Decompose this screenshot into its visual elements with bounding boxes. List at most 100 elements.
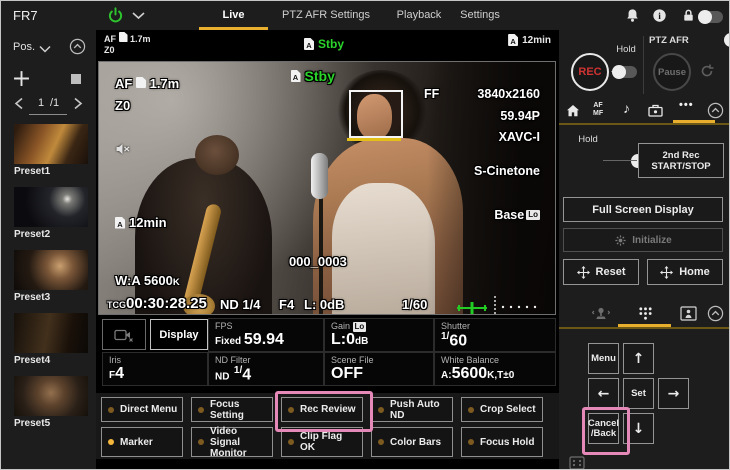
second-rec-link — [603, 160, 637, 161]
iris-cell[interactable]: Iris F4 — [102, 352, 208, 386]
preset-thumbnail-3[interactable] — [14, 250, 88, 290]
assign-indicator — [288, 407, 294, 413]
lock-icon — [681, 8, 696, 23]
section-collapse-icon[interactable] — [707, 102, 724, 119]
assign-focus-setting[interactable]: Focus Setting — [191, 397, 273, 422]
assign-indicator — [198, 439, 204, 445]
white-balance-cell[interactable]: White Balance A:5600K,T±0 — [434, 352, 556, 386]
svg-text:i: i — [658, 12, 661, 22]
assign-rec-review[interactable]: Rec Review — [281, 397, 363, 422]
left-button[interactable]: ← — [588, 378, 619, 409]
sidebar-collapse-icon[interactable] — [69, 38, 86, 55]
up-button[interactable]: ↑ — [623, 343, 654, 374]
monitor-column: AF 1.7m Z0 A Stby A 12min — [96, 30, 559, 469]
page-next-icon[interactable] — [73, 97, 83, 110]
ovl-clip-name: 000_0003 — [289, 254, 347, 269]
ovl-sensor-mode: FF — [424, 87, 439, 101]
window-title: FR7 — [13, 1, 38, 30]
gain-cell[interactable]: Gain Lo L:0dB — [324, 318, 434, 352]
subject-tracking-tab-icon[interactable] — [680, 306, 697, 321]
power-icon[interactable] — [107, 7, 124, 24]
audio-tab-icon[interactable]: ♪ — [623, 100, 630, 116]
assign-indicator — [468, 407, 474, 413]
preset-thumbnail-4[interactable] — [14, 313, 88, 353]
ovl-resolution: 3840x2160 — [477, 87, 540, 101]
panel-tabs-row-1: AFMF ♪ ••• — [559, 99, 729, 125]
full-screen-display-button[interactable]: Full Screen Display — [563, 197, 723, 222]
ovl-zoom-position: Z0 — [115, 98, 130, 113]
stop-icon[interactable] — [71, 74, 81, 84]
right-button[interactable]: → — [658, 378, 689, 409]
rec-button[interactable]: REC — [571, 53, 609, 91]
assign-direct-menu[interactable]: Direct Menu — [101, 397, 183, 422]
preset-label-4: Preset4 — [14, 355, 50, 366]
lock-toggle[interactable] — [699, 11, 723, 23]
shutter-cell[interactable]: Shutter 1/60 — [434, 318, 556, 352]
audio-mute-icon — [115, 142, 131, 156]
ptz-trace-reset-icon[interactable] — [699, 63, 715, 79]
assign-clip-flag-ok[interactable]: Clip Flag OK — [281, 427, 363, 457]
assign-crop-select[interactable]: Crop Select — [461, 397, 543, 422]
assign-focus-hold[interactable]: Focus Hold — [461, 427, 543, 457]
cancel-back-button[interactable]: Cancel /Back — [588, 413, 619, 444]
fr7-web-app: FR7 Live PTZ AFR Settings Playback Setti… — [0, 0, 730, 470]
af-mf-tab-icon[interactable]: AFMF — [593, 102, 603, 118]
assign-indicator — [288, 439, 294, 445]
tab-playback[interactable]: Playback — [387, 1, 451, 30]
second-rec-button[interactable]: 2nd Rec START/STOP — [638, 143, 724, 178]
singer-dress — [332, 183, 435, 315]
reset-button[interactable]: Reset — [563, 259, 639, 285]
preset-group-label[interactable]: Pos. — [13, 41, 35, 53]
face-detect-frame — [349, 90, 403, 138]
tab-ptz-afr-settings[interactable]: PTZ AFR Settings — [279, 1, 373, 30]
preset-thumbnail-1[interactable] — [14, 124, 88, 164]
active-tab-underline — [618, 324, 671, 327]
active-tab-underline — [673, 120, 715, 123]
display-button[interactable]: Display — [150, 319, 208, 350]
dpad-tab-icon[interactable] — [638, 306, 653, 321]
preset-thumbnail-5[interactable] — [14, 376, 88, 416]
assign-color-bars[interactable]: Color Bars — [371, 427, 453, 457]
assign-marker[interactable]: Marker — [101, 427, 183, 457]
assign-indicator — [468, 439, 474, 445]
preset-label-5: Preset5 — [14, 418, 50, 429]
preset-thumbnail-2[interactable] — [14, 187, 88, 227]
strip-media-remaining: A 12min — [508, 34, 551, 46]
pause-button[interactable]: Pause — [653, 53, 691, 91]
nd-filter-cell[interactable]: ND Filter ND 1/4 — [208, 352, 324, 386]
down-button[interactable]: ↓ — [623, 413, 654, 444]
add-preset-icon[interactable] — [13, 70, 30, 87]
top-bar: FR7 Live PTZ AFR Settings Playback Setti… — [1, 1, 729, 30]
rec-hold-toggle[interactable] — [613, 66, 637, 78]
media-a-icon: A — [115, 217, 125, 229]
notifications-bell-icon[interactable] — [625, 8, 640, 23]
page-prev-icon[interactable] — [14, 97, 24, 110]
collapsed-section-icon[interactable] — [569, 456, 585, 470]
more-tab-icon[interactable]: ••• — [679, 99, 694, 111]
power-menu-chevron-down-icon[interactable] — [132, 11, 145, 20]
base-lo-badge: Lo — [526, 210, 540, 220]
ptz-afr-label: PTZ AFR — [649, 35, 689, 46]
rec-media-tab-icon[interactable] — [647, 103, 664, 118]
assign-video-signal-monitor[interactable]: Video Signal Monitor — [191, 427, 273, 457]
scene-file-cell[interactable]: Scene File OFF — [324, 352, 434, 386]
ptz-afr-toggle[interactable] — [725, 34, 730, 46]
assign-push-auto-nd[interactable]: Push Auto ND — [371, 397, 453, 422]
initialize-button[interactable]: Initialize — [563, 228, 723, 252]
joystick-tab-icon[interactable] — [592, 306, 610, 322]
live-video[interactable]: AF 1.7m Z0 A Stby FF 3840x2160 59.94P XA… — [98, 61, 556, 315]
status-strip: AF 1.7m Z0 A Stby A 12min — [96, 30, 559, 61]
arrow-left-icon: ← — [598, 389, 610, 399]
tab-live[interactable]: Live — [199, 1, 268, 30]
home-button[interactable]: Home — [647, 259, 723, 285]
home-tab-icon[interactable] — [565, 103, 581, 119]
arrow-right-icon: → — [668, 389, 680, 399]
section-collapse-icon[interactable] — [707, 305, 724, 322]
preset-group-chevron-down-icon[interactable] — [39, 45, 51, 53]
set-button[interactable]: Set — [623, 378, 654, 409]
camera-disabled-button[interactable] — [102, 319, 146, 350]
menu-button[interactable]: Menu — [588, 343, 619, 374]
fps-cell[interactable]: FPS Fixed 59.94 — [208, 318, 324, 352]
info-icon[interactable]: i — [652, 8, 667, 23]
tab-settings[interactable]: Settings — [453, 1, 507, 30]
